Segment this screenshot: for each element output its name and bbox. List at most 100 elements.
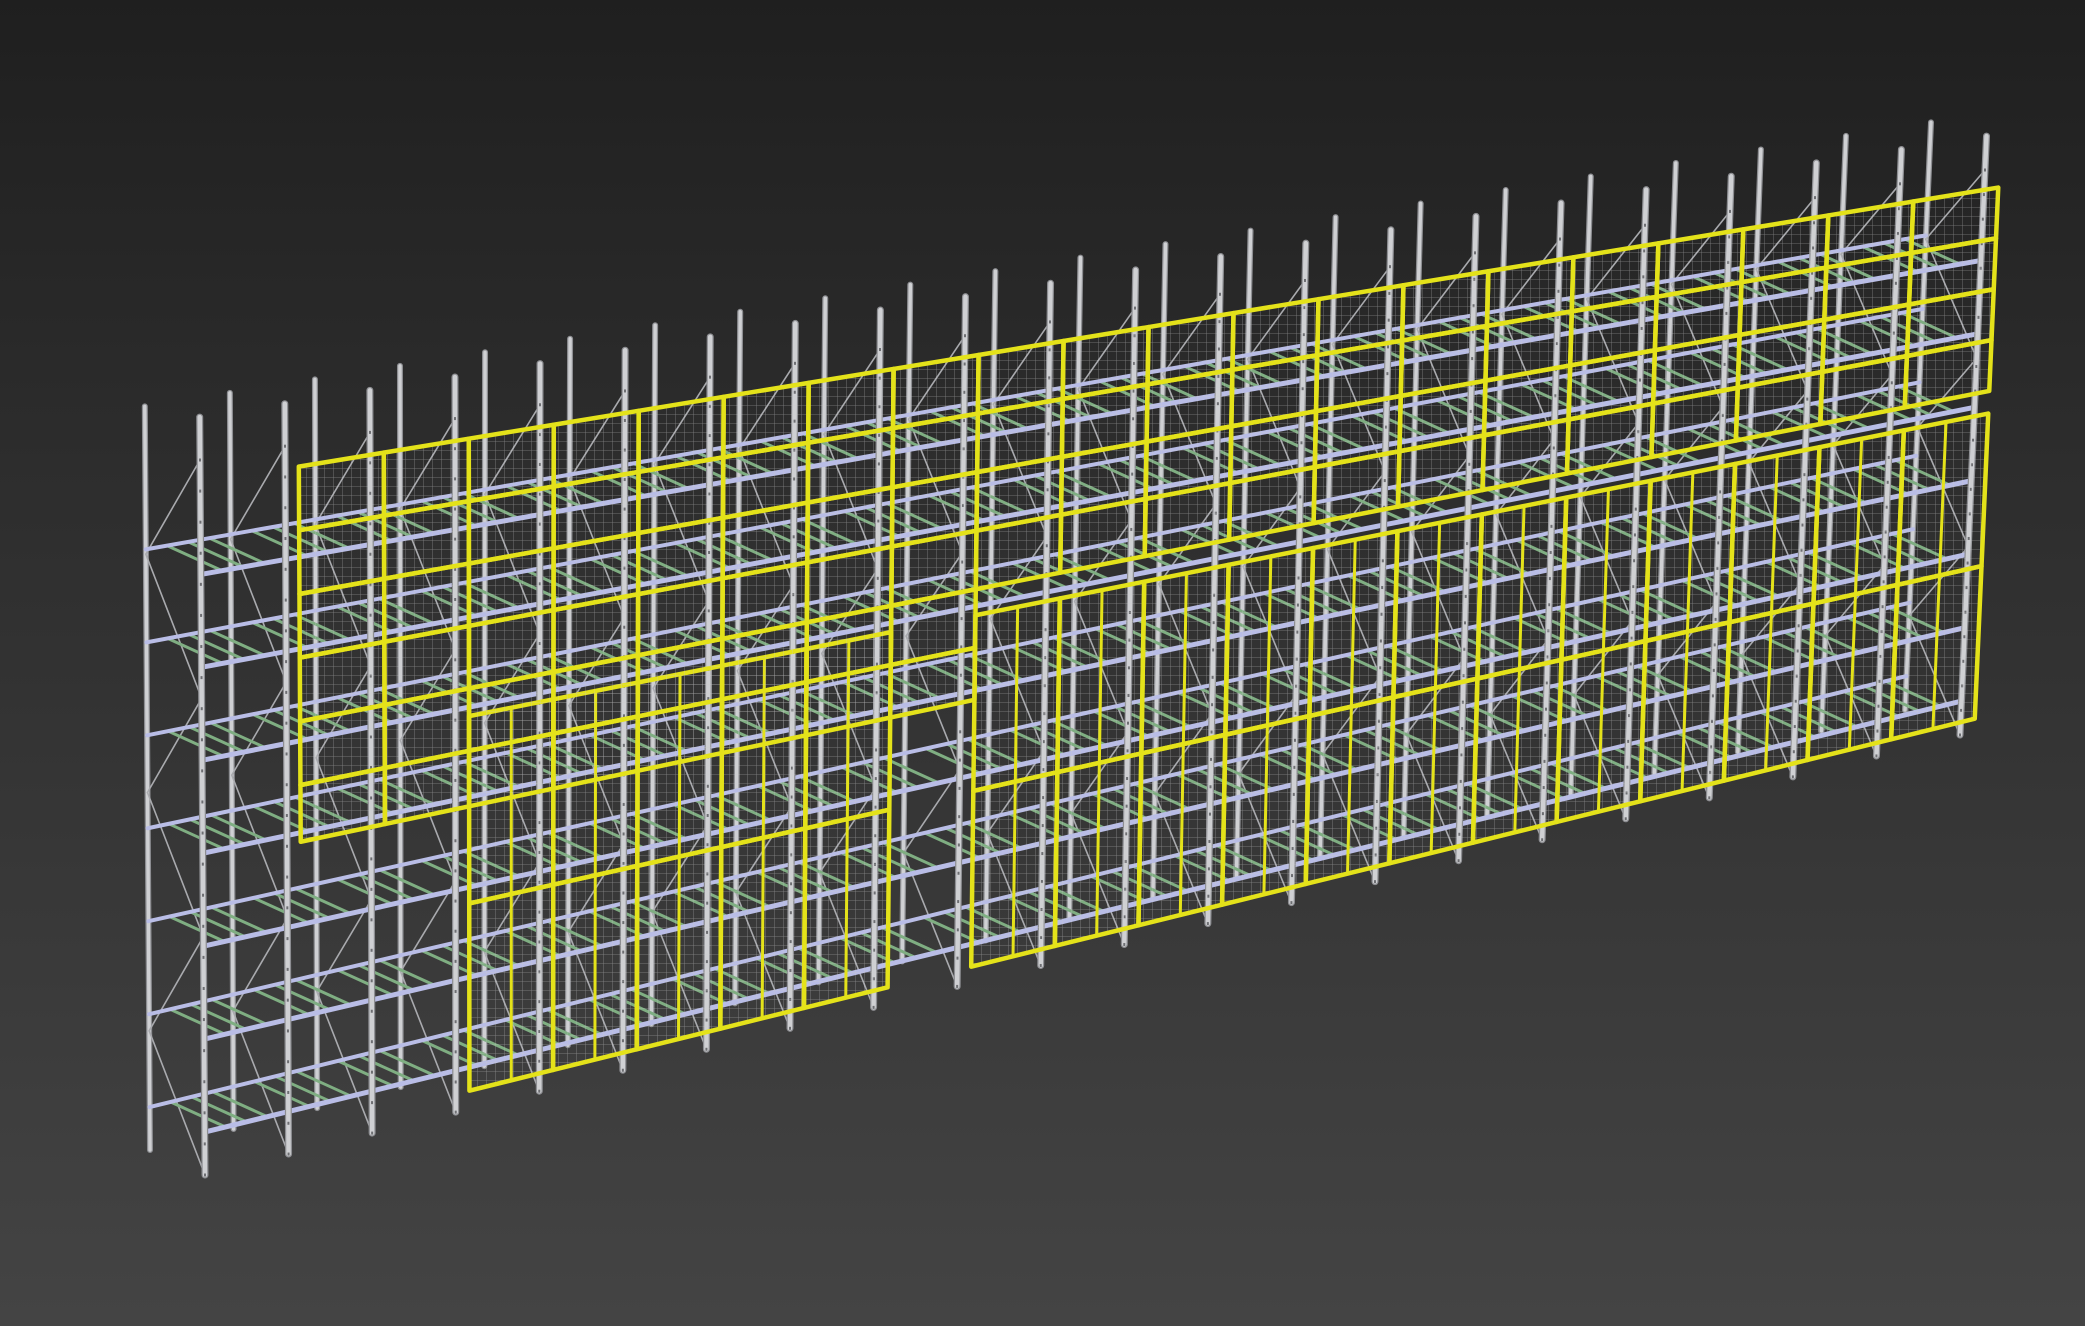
upright-slot: [284, 475, 287, 479]
upright-slot: [454, 839, 457, 843]
upright-slot: [956, 956, 959, 960]
upright-slot: [879, 348, 881, 352]
frame-brace: [230, 681, 287, 776]
upright-slot: [1644, 223, 1646, 227]
upright-slot: [287, 1090, 290, 1094]
upright-slot: [203, 1111, 206, 1115]
upright-slot: [285, 752, 288, 756]
upright-slot: [454, 1080, 457, 1084]
deck-bar: [294, 1069, 353, 1098]
pallet-rack-model: [141, 119, 2001, 1179]
deck-bar: [252, 988, 311, 1017]
upright-slot: [959, 730, 962, 734]
upright-slot: [1457, 859, 1460, 863]
upright-slot: [285, 721, 288, 725]
deck-bar: [293, 887, 352, 916]
upright-slot: [624, 389, 626, 393]
upright-slot: [370, 857, 373, 861]
upright-slot: [1708, 796, 1711, 800]
upright-slot: [199, 551, 202, 555]
mesh-panel: [1399, 269, 1491, 343]
upright-slot: [1123, 943, 1126, 947]
upright-slot: [286, 875, 289, 879]
upright-slot: [285, 690, 288, 694]
upright-slot: [538, 1089, 541, 1093]
deck-bar: [252, 1079, 311, 1108]
mesh-panel: [1060, 324, 1151, 402]
upright-slot: [285, 660, 288, 664]
upright-slot: [454, 417, 456, 421]
upright-slot: [709, 375, 711, 379]
upright-slot: [1541, 838, 1544, 842]
upright-slot: [287, 1121, 290, 1125]
upright-slot: [964, 334, 966, 338]
upright-slot: [957, 871, 960, 875]
upright-slot: [958, 815, 961, 819]
upright-slot: [454, 1050, 457, 1054]
upright-slot: [203, 1049, 206, 1053]
upright-slot: [370, 1009, 373, 1013]
upright-slot: [621, 1068, 624, 1072]
deck-bar: [378, 958, 437, 987]
mesh-panel-divider: [760, 836, 765, 1020]
mesh-panel-divider: [677, 855, 681, 1041]
mesh-panel: [975, 338, 1066, 416]
upright-slot: [202, 986, 205, 990]
upright-slot: [1729, 209, 1731, 213]
upright-slot: [956, 984, 959, 988]
upright-front: [197, 414, 208, 1178]
deck-bar: [188, 817, 247, 846]
deck-bar: [357, 1054, 416, 1083]
3d-viewport[interactable]: [0, 0, 2085, 1326]
upright-slot: [286, 1029, 289, 1033]
deck-bar: [209, 813, 268, 842]
deck-bar: [210, 1090, 269, 1119]
deck-bar: [273, 1074, 332, 1103]
upright-slot: [203, 1142, 206, 1146]
upright-slot: [1474, 251, 1476, 255]
deck-bar: [165, 544, 224, 573]
deck-bar: [167, 822, 226, 851]
upright-slot: [1206, 922, 1209, 926]
upright-slot: [201, 862, 204, 866]
upright-slot: [454, 869, 457, 873]
upright-slot: [1959, 733, 1961, 737]
upright-slot: [1039, 963, 1042, 967]
upright-slot: [1304, 278, 1306, 282]
upright-slot: [454, 959, 457, 963]
upright-slot: [287, 1152, 290, 1156]
upright-slot: [958, 758, 961, 762]
deck-bar: [209, 905, 268, 934]
upright-slot: [284, 444, 286, 448]
upright-slot: [1559, 237, 1561, 241]
deck-bar: [378, 1049, 437, 1078]
upright-slot: [370, 948, 373, 952]
deck-bar: [377, 868, 436, 897]
upright-slot: [201, 769, 204, 773]
upright-slot: [454, 929, 457, 933]
upright-slot: [539, 403, 541, 407]
upright-slot: [1049, 320, 1051, 324]
upright-slot: [202, 924, 205, 928]
mesh-panel: [381, 436, 472, 518]
deck-bar: [187, 725, 246, 754]
upright-slot: [957, 843, 960, 847]
upright-slot: [199, 458, 201, 462]
upright-slot: [454, 899, 457, 903]
upright-slot: [286, 998, 289, 1002]
upright-slot: [286, 937, 289, 941]
upright-slot: [1875, 754, 1878, 758]
upright-slot: [1624, 817, 1627, 821]
deck-bar: [294, 978, 353, 1007]
deck-bar: [190, 1095, 249, 1124]
upright-slot: [285, 814, 288, 818]
deck-bar: [336, 968, 395, 997]
upright-slot: [1389, 265, 1391, 269]
upright-slot: [454, 990, 457, 994]
deck-bar: [189, 1002, 248, 1031]
deck-bar: [208, 721, 267, 750]
upright-slot: [371, 1131, 374, 1135]
deck-bar: [336, 1059, 395, 1088]
upright-slot: [956, 928, 959, 932]
upright-slot: [284, 506, 287, 510]
